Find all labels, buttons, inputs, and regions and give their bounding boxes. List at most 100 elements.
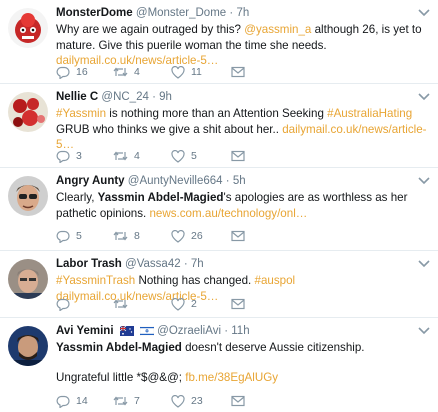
separator-dot: · xyxy=(229,7,234,19)
reply-button[interactable]: 3 xyxy=(56,148,82,164)
avatar[interactable] xyxy=(8,259,48,299)
australia-flag-icon xyxy=(119,326,134,336)
retweet-button[interactable]: 8 xyxy=(113,228,140,244)
like-count: 11 xyxy=(191,66,202,78)
reply-button[interactable]: 5 xyxy=(56,228,82,244)
like-button[interactable]: 26 xyxy=(171,228,203,244)
reply-icon xyxy=(56,230,70,243)
tweet-text: Why are we again outraged by this? @yass… xyxy=(56,22,432,69)
reply-count: 3 xyxy=(76,150,82,162)
user-handle[interactable]: @OzraeliAvi xyxy=(157,325,221,337)
facebook-link[interactable]: fb.me/38EgAlUGy xyxy=(185,371,278,384)
like-button[interactable]: 2 xyxy=(171,296,197,312)
retweet-icon xyxy=(113,151,128,161)
like-button[interactable]: 11 xyxy=(171,64,202,80)
display-name[interactable]: MonsterDome xyxy=(56,7,133,19)
avatar[interactable] xyxy=(8,8,48,48)
retweet-count: 4 xyxy=(134,66,140,78)
retweet-count: 7 xyxy=(134,395,140,407)
envelope-icon xyxy=(231,230,245,242)
display-name[interactable]: Avi Yemini xyxy=(56,325,114,337)
avatar[interactable] xyxy=(8,176,48,216)
retweet-button[interactable]: 4 xyxy=(113,64,140,80)
dm-button[interactable] xyxy=(231,148,251,164)
highlighted-name: Yassmin Abdel-Magied xyxy=(97,191,224,204)
tweet-text-part: Clearly, xyxy=(56,191,98,204)
envelope-icon xyxy=(231,66,245,78)
user-handle[interactable]: @AuntyNeville664 xyxy=(128,175,223,187)
timestamp[interactable]: 11h xyxy=(231,325,249,337)
envelope-icon xyxy=(231,298,245,310)
israel-flag-icon xyxy=(139,326,154,336)
heart-icon xyxy=(171,394,185,408)
reply-icon xyxy=(56,298,70,311)
retweet-icon xyxy=(113,67,128,77)
hashtag-link[interactable]: #auspol xyxy=(255,274,296,287)
user-handle[interactable]: @Monster_Dome xyxy=(136,7,226,19)
like-count: 2 xyxy=(191,298,197,310)
display-name[interactable]: Angry Aunty xyxy=(56,175,125,187)
timestamp[interactable]: 5h xyxy=(233,175,246,187)
retweet-button[interactable]: 7 xyxy=(113,393,140,409)
timestamp[interactable]: 7h xyxy=(191,258,204,270)
display-name[interactable]: Nellie C xyxy=(56,91,98,103)
hashtag-link[interactable]: #YassminTrash xyxy=(56,274,135,287)
timestamp[interactable]: 7h xyxy=(236,7,249,19)
reply-button[interactable]: 14 xyxy=(56,393,88,409)
separator-dot: · xyxy=(225,175,230,187)
heart-icon xyxy=(171,297,185,311)
tweet[interactable]: Angry Aunty @AuntyNeville664 · 5h Clearl… xyxy=(0,168,438,251)
reply-count: 14 xyxy=(76,395,88,407)
user-handle[interactable]: @Vassa42 xyxy=(125,258,181,270)
dm-button[interactable] xyxy=(231,228,251,244)
like-button[interactable]: 5 xyxy=(171,148,197,164)
tweet-text: #Yassmin is nothing more than an Attenti… xyxy=(56,106,432,153)
tweet-text-part: GRUB who thinks we give a shit about her… xyxy=(56,122,283,136)
envelope-icon xyxy=(231,150,245,162)
avatar[interactable] xyxy=(8,92,48,132)
retweet-icon xyxy=(113,231,128,241)
retweet-count: 4 xyxy=(134,150,140,162)
reply-button[interactable] xyxy=(56,296,76,312)
tweet[interactable]: Avi Yemini @OzraeliAvi · 11h Yassmin Abd… xyxy=(0,318,438,412)
highlighted-name: Yassmin Abdel-Magied xyxy=(56,341,182,354)
retweet-icon xyxy=(113,396,128,406)
reply-icon xyxy=(56,150,70,163)
hashtag-link[interactable]: #Yassmin xyxy=(56,107,106,120)
tweet-text-part: Why are we again outraged by this? xyxy=(56,23,245,36)
dm-button[interactable] xyxy=(231,296,251,312)
like-count: 23 xyxy=(191,395,203,407)
like-button[interactable]: 23 xyxy=(171,393,203,409)
envelope-icon xyxy=(231,395,245,407)
heart-icon xyxy=(171,149,185,163)
hashtag-link[interactable]: #AustraliaHating xyxy=(327,107,412,120)
mention-link[interactable]: @yassmin_a xyxy=(244,23,311,36)
dm-button[interactable] xyxy=(231,64,251,80)
tweet[interactable]: MonsterDome @Monster_Dome · 7h Why are w… xyxy=(0,0,438,84)
reply-icon xyxy=(56,66,70,79)
tweet-feed: MonsterDome @Monster_Dome · 7h Why are w… xyxy=(0,0,438,412)
tweet[interactable]: Nellie C @NC_24 · 9h #Yassmin is nothing… xyxy=(0,84,438,168)
retweet-count: 8 xyxy=(134,230,140,242)
tweet-header: Angry Aunty @AuntyNeville664 · 5h xyxy=(56,174,432,189)
reply-button[interactable]: 16 xyxy=(56,64,88,80)
timestamp[interactable]: 9h xyxy=(159,91,172,103)
display-name[interactable]: Labor Trash xyxy=(56,258,122,270)
like-count: 26 xyxy=(191,230,203,242)
separator-dot: · xyxy=(183,258,188,270)
separator-dot: · xyxy=(224,325,229,337)
retweet-button[interactable] xyxy=(113,296,134,312)
article-link[interactable]: news.com.au/technology/onl… xyxy=(149,207,307,220)
tweet-text: Clearly, Yassmin Abdel-Magied's apologie… xyxy=(56,190,432,221)
tweet[interactable]: Labor Trash @Vassa42 · 7h #YassminTrash … xyxy=(0,251,438,318)
like-count: 5 xyxy=(191,150,197,162)
dm-button[interactable] xyxy=(231,393,251,409)
heart-icon xyxy=(171,229,185,243)
tweet-text-line2: Ungrateful little *$@&@; fb.me/38EgAlUGy xyxy=(56,370,432,386)
reply-icon xyxy=(56,395,70,408)
user-handle[interactable]: @NC_24 xyxy=(101,91,148,103)
retweet-button[interactable]: 4 xyxy=(113,148,140,164)
tweet-header: Avi Yemini @OzraeliAvi · 11h xyxy=(56,324,432,339)
tweet-header: MonsterDome @Monster_Dome · 7h xyxy=(56,6,432,21)
avatar[interactable] xyxy=(8,326,48,366)
